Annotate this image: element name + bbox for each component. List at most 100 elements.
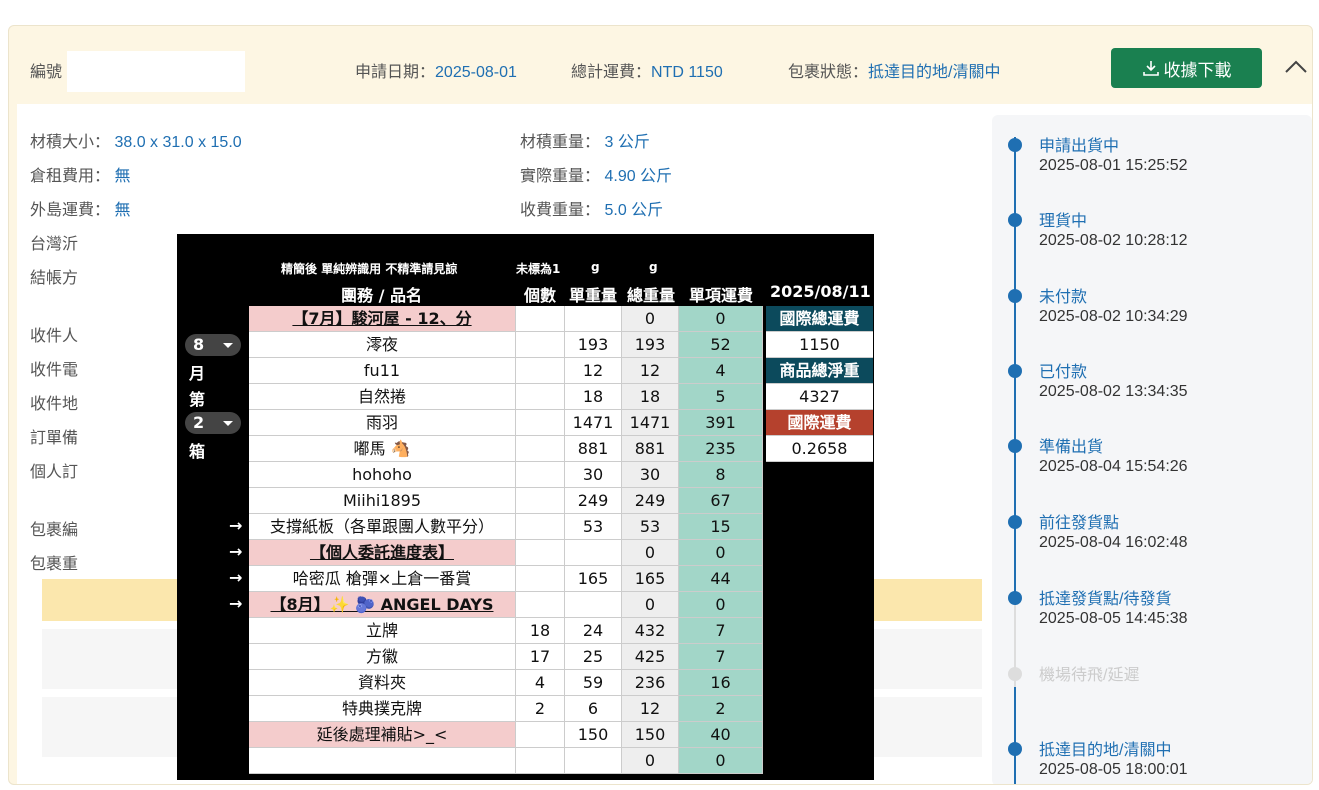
sheet-cell-name: 哈密瓜 槍彈×上倉一番賞 (249, 566, 516, 592)
storage-fee: 倉租費用： 無 (30, 168, 131, 185)
sheet-cell-name: hohoho (249, 462, 516, 488)
chevron-up-icon[interactable] (1284, 58, 1308, 76)
sheet-cell-name: 立牌 (249, 618, 516, 644)
sheet-cell-count (516, 748, 565, 774)
sheet-row: 自然捲 18 18 5 (249, 384, 763, 410)
timeline-line (1014, 137, 1016, 784)
total-fee: 總計運費：NTD 1150 (571, 64, 723, 81)
sheet-cell-name (249, 748, 516, 774)
sheet-cell-name: 雨羽 (249, 410, 516, 436)
status-timeline: 申請出貨中 2025-08-01 15:25:52 理貨中 2025-08-02 1… (992, 115, 1312, 784)
sheet-row: 延後處理補貼>_< 150 150 40 (249, 722, 763, 748)
sheet-row: 【個人委託進度表】 0 0 (249, 540, 763, 566)
sheet-row: 特典撲克牌 2 6 12 2 (249, 696, 763, 722)
sheet-cell-count (516, 514, 565, 540)
intl-fee-value: 1150 (766, 332, 873, 358)
sheet-cell-unit: 53 (565, 514, 622, 540)
sheet-grid: 【7月】駿河屋 - 12、分 0 0 澪夜 193 193 52 fu11 12 12 4 自然捲 18… (249, 306, 763, 774)
sheet-cell-name: 【7月】駿河屋 - 12、分 (249, 306, 516, 332)
id-value-box (67, 51, 245, 92)
month-select[interactable]: 8 (185, 334, 241, 356)
package-number-label: 包裹編 (30, 522, 79, 539)
arrow-marker: → (229, 594, 243, 613)
sheet-cell-total: 425 (622, 644, 679, 670)
col-unit: 單重量 (569, 286, 618, 305)
box-char: 箱 (189, 442, 206, 461)
real-weight: 實際重量： 4.90 公斤 (520, 168, 673, 185)
sheet-cell-total: 150 (622, 722, 679, 748)
sheet-cell-name: 【8月】✨ 🫐 ANGEL DAYS (249, 592, 516, 618)
receipt-download-button[interactable]: 收據下載 (1111, 48, 1262, 88)
sheet-row: 澪夜 193 193 52 (249, 332, 763, 358)
download-icon (1142, 61, 1159, 76)
apply-date: 申請日期：2025-08-01 (355, 64, 517, 81)
timeline-dot (1008, 289, 1022, 303)
sheet-row: 嘟馬 🐴 881 881 235 (249, 436, 763, 462)
package-status: 包裹狀態：抵達目的地/清關中 (788, 64, 1001, 81)
col-fee: 單項運費 (689, 286, 754, 305)
intl-fee-label: 國際總運費 (766, 306, 873, 332)
volume-size: 材積大小： 38.0 x 31.0 x 15.0 (30, 134, 242, 151)
sheet-cell-name: 嘟馬 🐴 (249, 436, 516, 462)
volume-weight: 材積重量： 3 公斤 (520, 134, 650, 151)
sheet-cell-unit: 18 (565, 384, 622, 410)
sheet-cell-count (516, 358, 565, 384)
sheet-cell-count (516, 306, 565, 332)
sheet-cell-total: 249 (622, 488, 679, 514)
package-weight-label: 包裹重 (30, 556, 79, 573)
sheet-row: 【7月】駿河屋 - 12、分 0 0 (249, 306, 763, 332)
package-header[interactable]: 編號 申請日期：2025-08-01 總計運費：NTD 1150 包裹狀態：抵達… (9, 26, 1312, 104)
sheet-cell-fee: 15 (679, 514, 763, 540)
sheet-cell-total: 53 (622, 514, 679, 540)
sheet-cell-count: 17 (516, 644, 565, 670)
sheet-cell-unit: 150 (565, 722, 622, 748)
sheet-cell-fee: 235 (679, 436, 763, 462)
id-label: 編號 (30, 64, 63, 81)
sheet-g1: g (591, 260, 600, 274)
net-weight-value: 4327 (766, 384, 873, 410)
sheet-row: 支撐紙板（各單跟團人數平分） 53 53 15 (249, 514, 763, 540)
month-char: 月 (189, 364, 206, 383)
sheet-cell-unit (565, 748, 622, 774)
sheet-cell-unit: 165 (565, 566, 622, 592)
sheet-cell-name: 支撐紙板（各單跟團人數平分） (249, 514, 516, 540)
sheet-cell-fee: 4 (679, 358, 763, 384)
sheet-cell-fee: 0 (679, 306, 763, 332)
sheet-cell-count: 2 (516, 696, 565, 722)
sheet-cell-fee: 44 (679, 566, 763, 592)
sheet-cell-unit (565, 306, 622, 332)
sheet-cell-fee: 0 (679, 540, 763, 566)
di-char: 第 (189, 390, 206, 409)
timeline-dot (1008, 591, 1022, 605)
personal-order-label: 個人訂 (30, 464, 79, 481)
sheet-cell-unit: 6 (565, 696, 622, 722)
recipient-address-label: 收件地 (30, 396, 79, 413)
sheet-cell-fee: 0 (679, 592, 763, 618)
sheet-cell-fee: 16 (679, 670, 763, 696)
sheet-cell-total: 0 (622, 306, 679, 332)
sheet-cell-fee: 2 (679, 696, 763, 722)
sheet-cell-total: 30 (622, 462, 679, 488)
sheet-row: 00 (249, 748, 763, 774)
sheet-cell-total: 12 (622, 696, 679, 722)
sheet-cell-unit: 193 (565, 332, 622, 358)
sheet-cell-unit: 1471 (565, 410, 622, 436)
sheet-row: Miihi1895 249 249 67 (249, 488, 763, 514)
sheet-cell-total: 236 (622, 670, 679, 696)
sheet-row: 哈密瓜 槍彈×上倉一番賞 165 165 44 (249, 566, 763, 592)
sheet-cell-total: 165 (622, 566, 679, 592)
sheet-cell-total: 432 (622, 618, 679, 644)
recipient-label: 收件人 (30, 328, 79, 345)
summary-panel: 國際總運費 1150 商品總淨重 4327 國際運費 0.2658 (766, 306, 873, 462)
timeline-dot (1008, 742, 1022, 756)
sheet-cell-total: 18 (622, 384, 679, 410)
box-select[interactable]: 2 (185, 412, 241, 434)
sheet-cell-unit (565, 540, 622, 566)
sheet-cell-count: 4 (516, 670, 565, 696)
sheet-cell-unit: 249 (565, 488, 622, 514)
arrow-marker: → (229, 568, 243, 587)
timeline-dot (1008, 667, 1022, 681)
intl-rate-label: 國際運費 (766, 410, 873, 436)
sheet-cell-count (516, 566, 565, 592)
sheet-cell-unit: 881 (565, 436, 622, 462)
